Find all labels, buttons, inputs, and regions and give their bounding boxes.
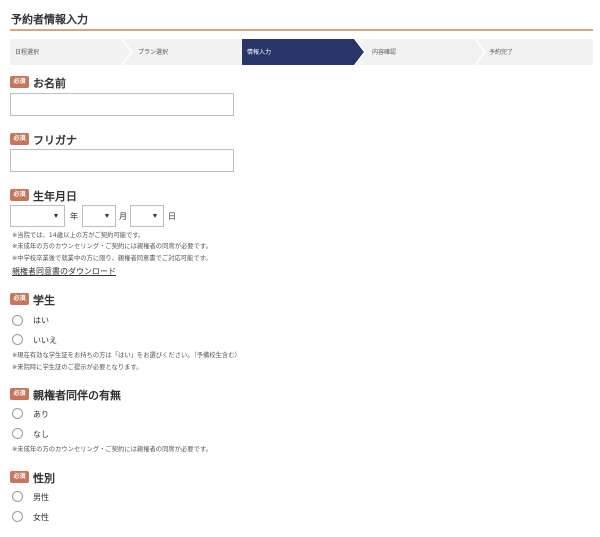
title-divider [10, 29, 593, 31]
required-badge: 必須 [10, 76, 29, 88]
student-note: ※来院時に学生証のご提示が必要となります。 [12, 364, 143, 371]
step-3: 情報入力 [242, 39, 364, 65]
guardian-no-radio[interactable] [12, 428, 23, 439]
guardian-note: ※未成年の方のカウンセリング・ご契約には親権者の同席が必要です。 [12, 446, 212, 453]
birthdate-note: ※未成年の方のカウンセリング・ご契約には親権者の同席が必要です。 [12, 243, 212, 250]
step-label: 予約完了 [489, 49, 514, 56]
month-unit: 月 [119, 212, 127, 221]
step-label: 情報入力 [247, 49, 272, 56]
step-label: 日程選択 [15, 49, 40, 56]
birth-year-select[interactable] [10, 205, 65, 227]
required-badge: 必須 [10, 189, 29, 201]
year-unit: 年 [70, 212, 78, 221]
student-no-radio[interactable] [12, 334, 23, 345]
guardian-yes-radio[interactable] [12, 408, 23, 419]
student-yes-radio[interactable] [12, 315, 23, 326]
required-badge: 必須 [10, 133, 29, 145]
birthdate-note: ※当院では、14歳以上の方がご契約可能です。 [12, 232, 145, 239]
gender-label: 性別 [33, 472, 55, 485]
furigana-input[interactable] [10, 149, 234, 172]
birthdate-note: ※中学校卒業後で就業中の方に限り、親権者同意書でご対応可能です。 [12, 255, 212, 262]
chevron-down-icon [153, 214, 157, 218]
student-yes-label: はい [33, 316, 49, 325]
step-progress: 日程選択 プラン選択 情報入力 内容確認 予約完了 [10, 39, 593, 65]
required-badge: 必須 [10, 471, 29, 483]
guardian-label: 親権者同伴の有無 [33, 389, 121, 402]
day-unit: 日 [168, 212, 176, 221]
gender-female-label: 女性 [33, 513, 49, 522]
step-1: 日程選択 [10, 39, 132, 65]
gender-female-radio[interactable] [12, 511, 23, 522]
student-note: ※現在有効な学生証をお持ちの方は「はい」をお選びください。（予備校生含む） [12, 352, 241, 359]
chevron-down-icon [54, 214, 58, 218]
guardian-yes-label: あり [33, 410, 49, 419]
birth-month-select[interactable] [82, 205, 116, 227]
step-4: 内容確認 [355, 39, 485, 65]
step-5: 予約完了 [475, 39, 593, 65]
furigana-label: フリガナ [33, 134, 77, 147]
name-input[interactable] [10, 93, 234, 116]
step-label: 内容確認 [372, 49, 397, 56]
consent-form-download-link[interactable]: 親権者同意書のダウンロード [12, 266, 116, 277]
step-2: プラン選択 [122, 39, 254, 65]
student-label: 学生 [33, 294, 55, 307]
birth-day-select[interactable] [130, 205, 164, 227]
step-label: プラン選択 [138, 49, 169, 56]
required-badge: 必須 [10, 388, 29, 400]
page-title: 予約者情報入力 [11, 13, 88, 26]
birthdate-label: 生年月日 [33, 190, 77, 203]
name-label: お名前 [33, 77, 66, 90]
required-badge: 必須 [10, 293, 29, 305]
guardian-no-label: なし [33, 430, 49, 439]
student-no-label: いいえ [33, 336, 57, 345]
gender-male-radio[interactable] [12, 491, 23, 502]
gender-male-label: 男性 [33, 493, 49, 502]
chevron-down-icon [105, 214, 109, 218]
